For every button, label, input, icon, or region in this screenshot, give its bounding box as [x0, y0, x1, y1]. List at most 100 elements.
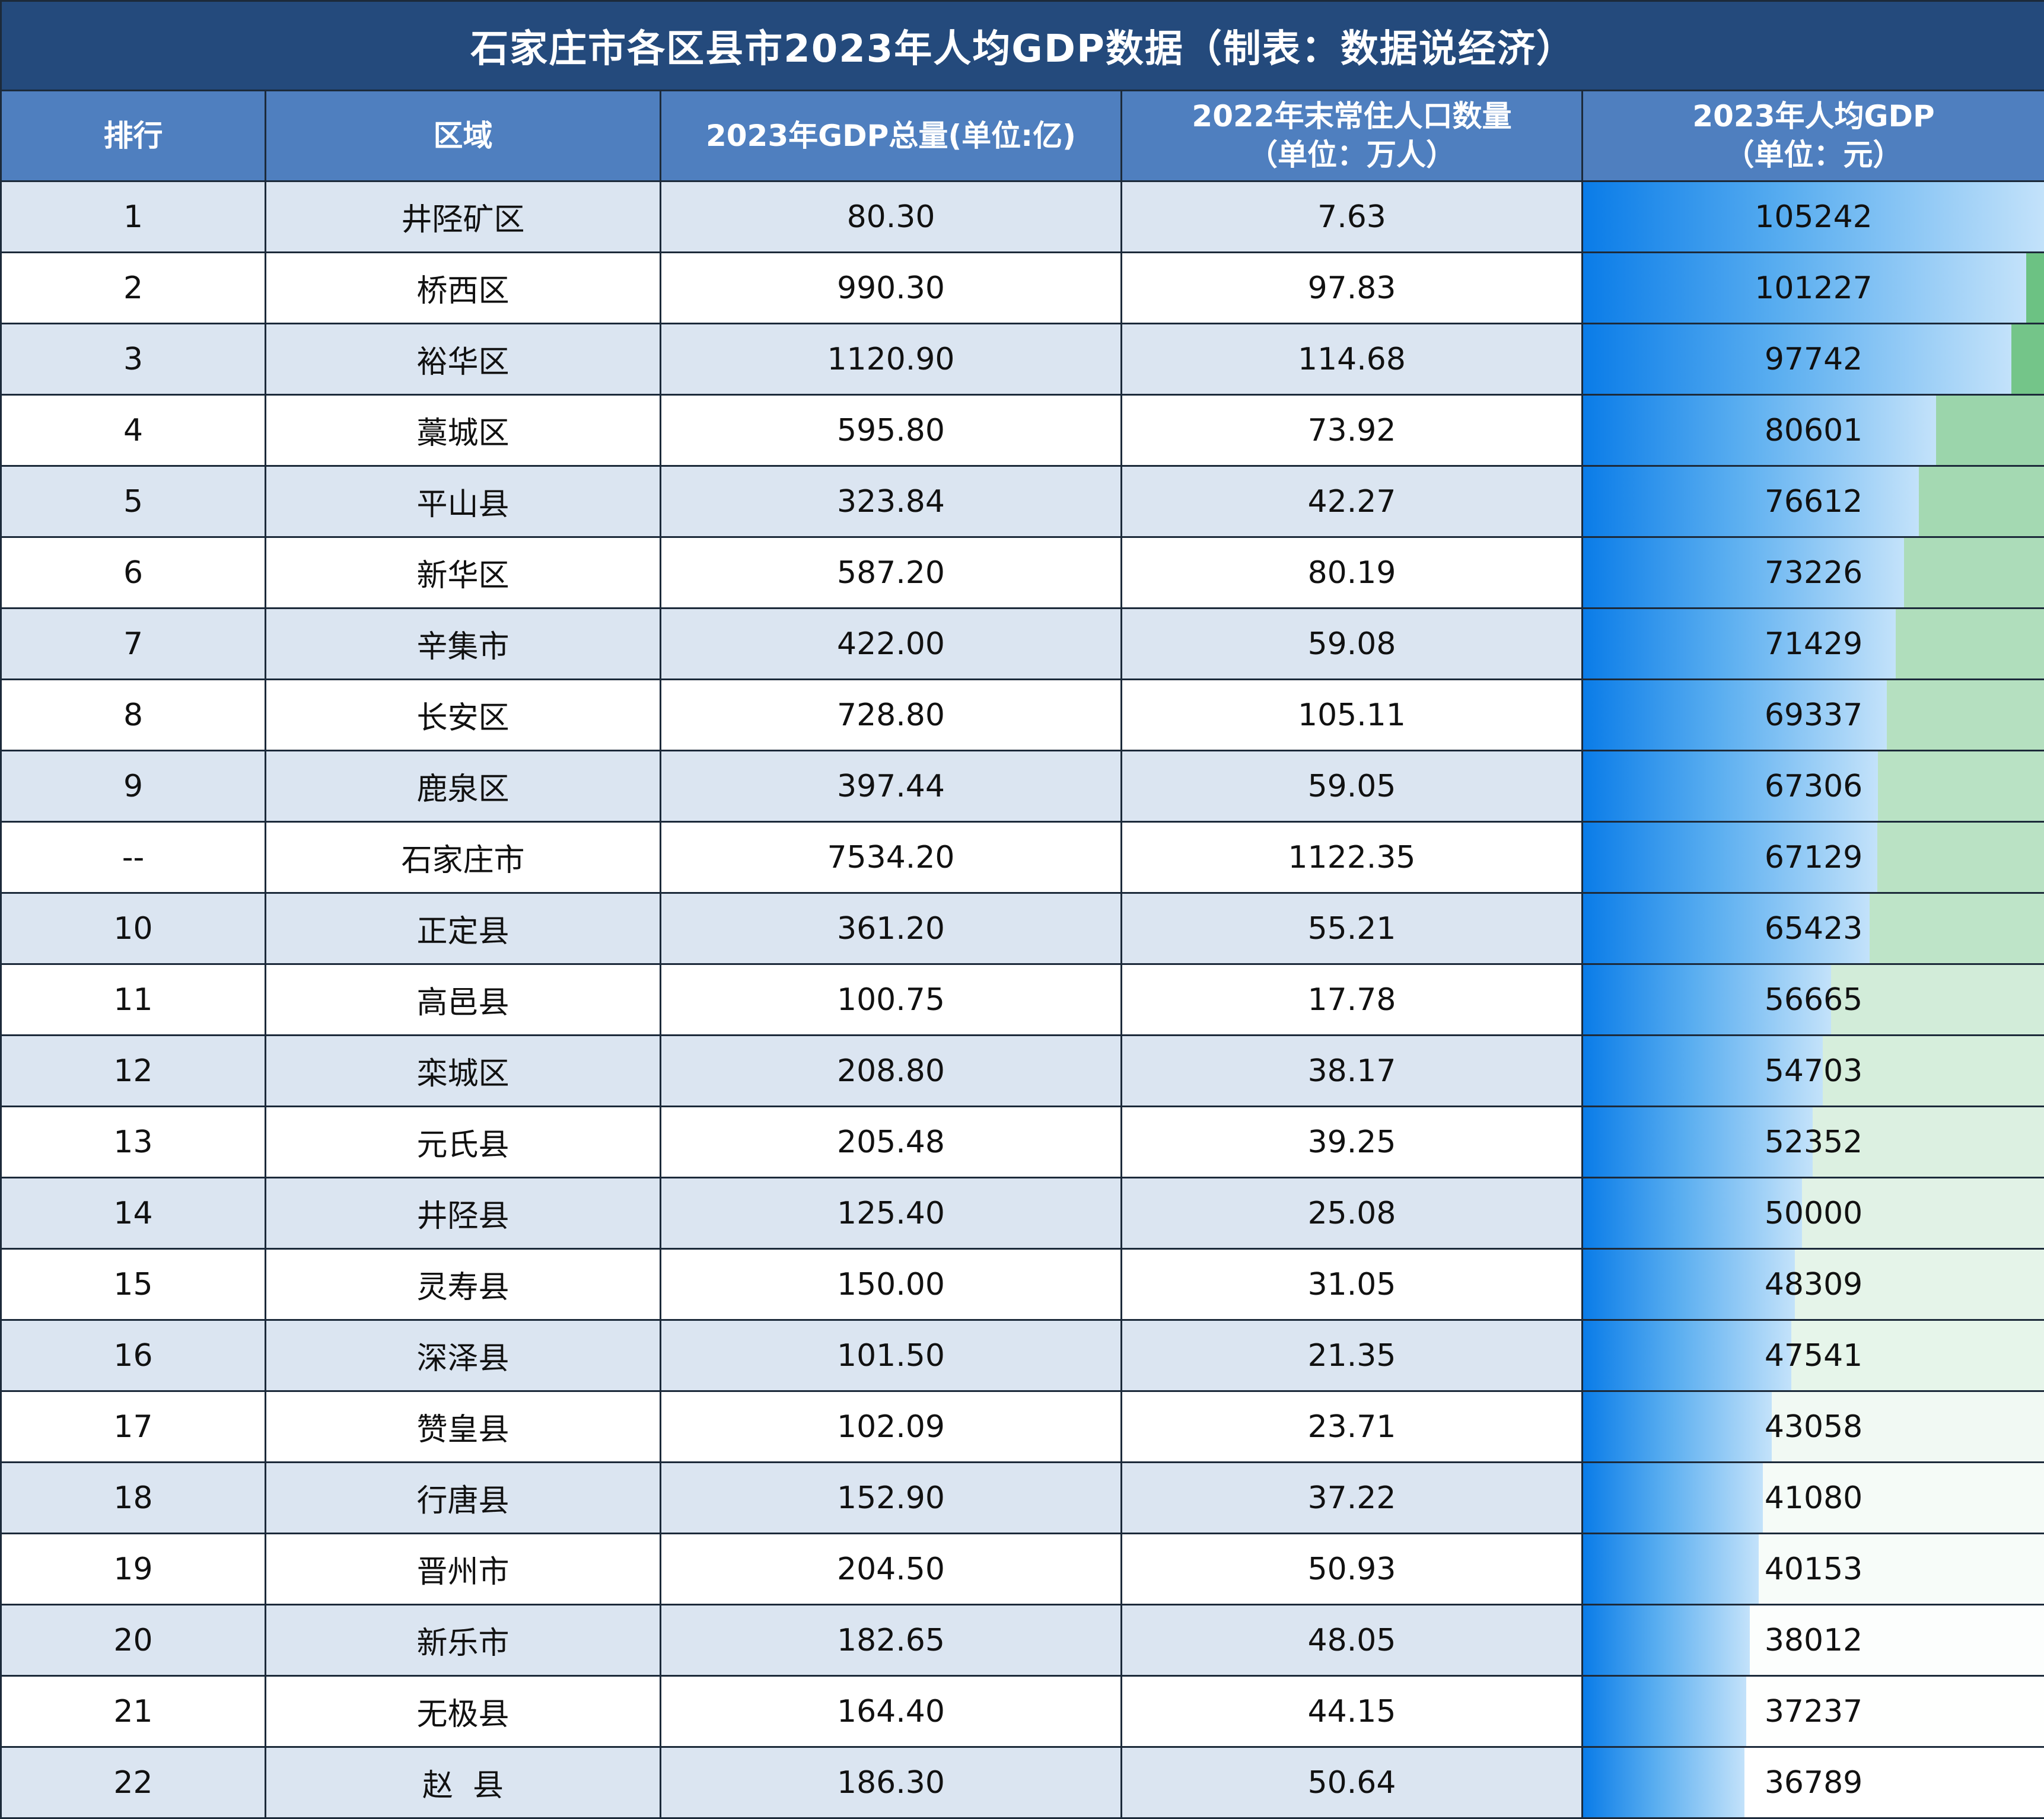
per-capita-cell: 40153 [1583, 1534, 2044, 1605]
region-cell: 辛集市 [266, 609, 661, 680]
gdp-total-cell: 80.30 [661, 181, 1122, 253]
population-cell: 105.11 [1122, 680, 1583, 751]
gdp-total-cell: 361.20 [661, 893, 1122, 964]
region-cell: 井陉矿区 [266, 181, 661, 253]
population-cell: 50.64 [1122, 1747, 1583, 1818]
rank-cell: 6 [1, 537, 266, 609]
rank-cell: 12 [1, 1036, 266, 1107]
per-capita-value: 73226 [1765, 555, 1862, 591]
rank-cell: 22 [1, 1747, 266, 1818]
color-scale-fill [1896, 609, 2044, 678]
per-capita-value: 101227 [1755, 270, 1873, 306]
table-row: 3裕华区1120.90114.6897742 [1, 324, 2044, 395]
rank-cell: 21 [1, 1676, 266, 1747]
table-row: 1井陉矿区80.307.63105242 [1, 181, 2044, 253]
data-bar [1583, 396, 1936, 465]
population-cell: 59.05 [1122, 751, 1583, 822]
per-capita-cell: 69337 [1583, 680, 2044, 751]
table-row: 2桥西区990.3097.83101227 [1, 253, 2044, 324]
gdp-table: 石家庄市各区县市2023年人均GDP数据（制表：数据说经济） 排行 区域 202… [0, 0, 2044, 1819]
region-cell: 行唐县 [266, 1463, 661, 1534]
region-cell: 长安区 [266, 680, 661, 751]
table-row: 6新华区587.2080.1973226 [1, 537, 2044, 609]
gdp-total-cell: 152.90 [661, 1463, 1122, 1534]
color-scale-fill [2026, 253, 2044, 323]
rank-cell: 20 [1, 1605, 266, 1676]
rank-cell: 13 [1, 1107, 266, 1178]
region-cell: 石家庄市 [266, 822, 661, 893]
table-title: 石家庄市各区县市2023年人均GDP数据（制表：数据说经济） [1, 1, 2044, 91]
rank-cell: 2 [1, 253, 266, 324]
gdp-total-cell: 990.30 [661, 253, 1122, 324]
rank-cell: 14 [1, 1178, 266, 1249]
rank-cell: 9 [1, 751, 266, 822]
population-cell: 38.17 [1122, 1036, 1583, 1107]
per-capita-cell: 67129 [1583, 822, 2044, 893]
header-per-capita-line1: 2023年人均GDP [1583, 97, 2044, 136]
per-capita-cell: 105242 [1583, 181, 2044, 253]
population-cell: 73.92 [1122, 395, 1583, 466]
rank-cell: 19 [1, 1534, 266, 1605]
region-cell: 新乐市 [266, 1605, 661, 1676]
gdp-total-cell: 182.65 [661, 1605, 1122, 1676]
per-capita-cell: 80601 [1583, 395, 2044, 466]
gdp-total-cell: 186.30 [661, 1747, 1122, 1818]
region-cell: 平山县 [266, 466, 661, 537]
region-cell: 赞皇县 [266, 1391, 661, 1463]
per-capita-cell: 50000 [1583, 1178, 2044, 1249]
rank-cell: 8 [1, 680, 266, 751]
gdp-total-cell: 7534.20 [661, 822, 1122, 893]
population-cell: 21.35 [1122, 1320, 1583, 1391]
table-row: 21无极县164.4044.1537237 [1, 1676, 2044, 1747]
color-scale-fill [1904, 538, 2044, 607]
per-capita-cell: 43058 [1583, 1391, 2044, 1463]
per-capita-cell: 73226 [1583, 537, 2044, 609]
per-capita-value: 36789 [1765, 1765, 1862, 1801]
gdp-total-cell: 397.44 [661, 751, 1122, 822]
region-cell: 无极县 [266, 1676, 661, 1747]
per-capita-value: 54703 [1765, 1053, 1862, 1089]
per-capita-cell: 56665 [1583, 964, 2044, 1036]
gdp-total-cell: 101.50 [661, 1320, 1122, 1391]
gdp-total-cell: 150.00 [661, 1249, 1122, 1320]
region-cell: 新华区 [266, 537, 661, 609]
population-cell: 97.83 [1122, 253, 1583, 324]
header-region: 区域 [266, 91, 661, 181]
title-row: 石家庄市各区县市2023年人均GDP数据（制表：数据说经济） [1, 1, 2044, 91]
table-row: 8长安区728.80105.1169337 [1, 680, 2044, 751]
per-capita-value: 105242 [1755, 199, 1873, 235]
rank-cell: 18 [1, 1463, 266, 1534]
per-capita-value: 65423 [1765, 911, 1862, 947]
color-scale-fill [1878, 751, 2044, 821]
per-capita-value: 56665 [1765, 982, 1862, 1018]
per-capita-cell: 71429 [1583, 609, 2044, 680]
per-capita-value: 47541 [1765, 1338, 1862, 1374]
table-row: 19晋州市204.5050.9340153 [1, 1534, 2044, 1605]
table-row: 22赵 县186.3050.6436789 [1, 1747, 2044, 1818]
data-bar [1583, 1250, 1795, 1319]
per-capita-cell: 67306 [1583, 751, 2044, 822]
per-capita-value: 80601 [1765, 413, 1862, 448]
data-bar [1583, 1748, 1744, 1817]
per-capita-value: 97742 [1765, 342, 1862, 377]
table-row: 17赞皇县102.0923.7143058 [1, 1391, 2044, 1463]
per-capita-value: 67129 [1765, 840, 1862, 875]
population-cell: 7.63 [1122, 181, 1583, 253]
per-capita-value: 37237 [1765, 1694, 1862, 1729]
gdp-total-cell: 125.40 [661, 1178, 1122, 1249]
population-cell: 23.71 [1122, 1391, 1583, 1463]
data-bar [1583, 1321, 1791, 1390]
population-cell: 42.27 [1122, 466, 1583, 537]
rank-cell: 15 [1, 1249, 266, 1320]
per-capita-cell: 76612 [1583, 466, 2044, 537]
gdp-total-cell: 204.50 [661, 1534, 1122, 1605]
rank-cell: 7 [1, 609, 266, 680]
population-cell: 37.22 [1122, 1463, 1583, 1534]
region-cell: 元氏县 [266, 1107, 661, 1178]
per-capita-cell: 38012 [1583, 1605, 2044, 1676]
per-capita-value: 40153 [1765, 1552, 1862, 1587]
region-cell: 裕华区 [266, 324, 661, 395]
data-bar [1583, 1392, 1772, 1461]
header-row: 排行 区域 2023年GDP总量(单位:亿) 2022年末常住人口数量 （单位：… [1, 91, 2044, 181]
region-cell: 深泽县 [266, 1320, 661, 1391]
